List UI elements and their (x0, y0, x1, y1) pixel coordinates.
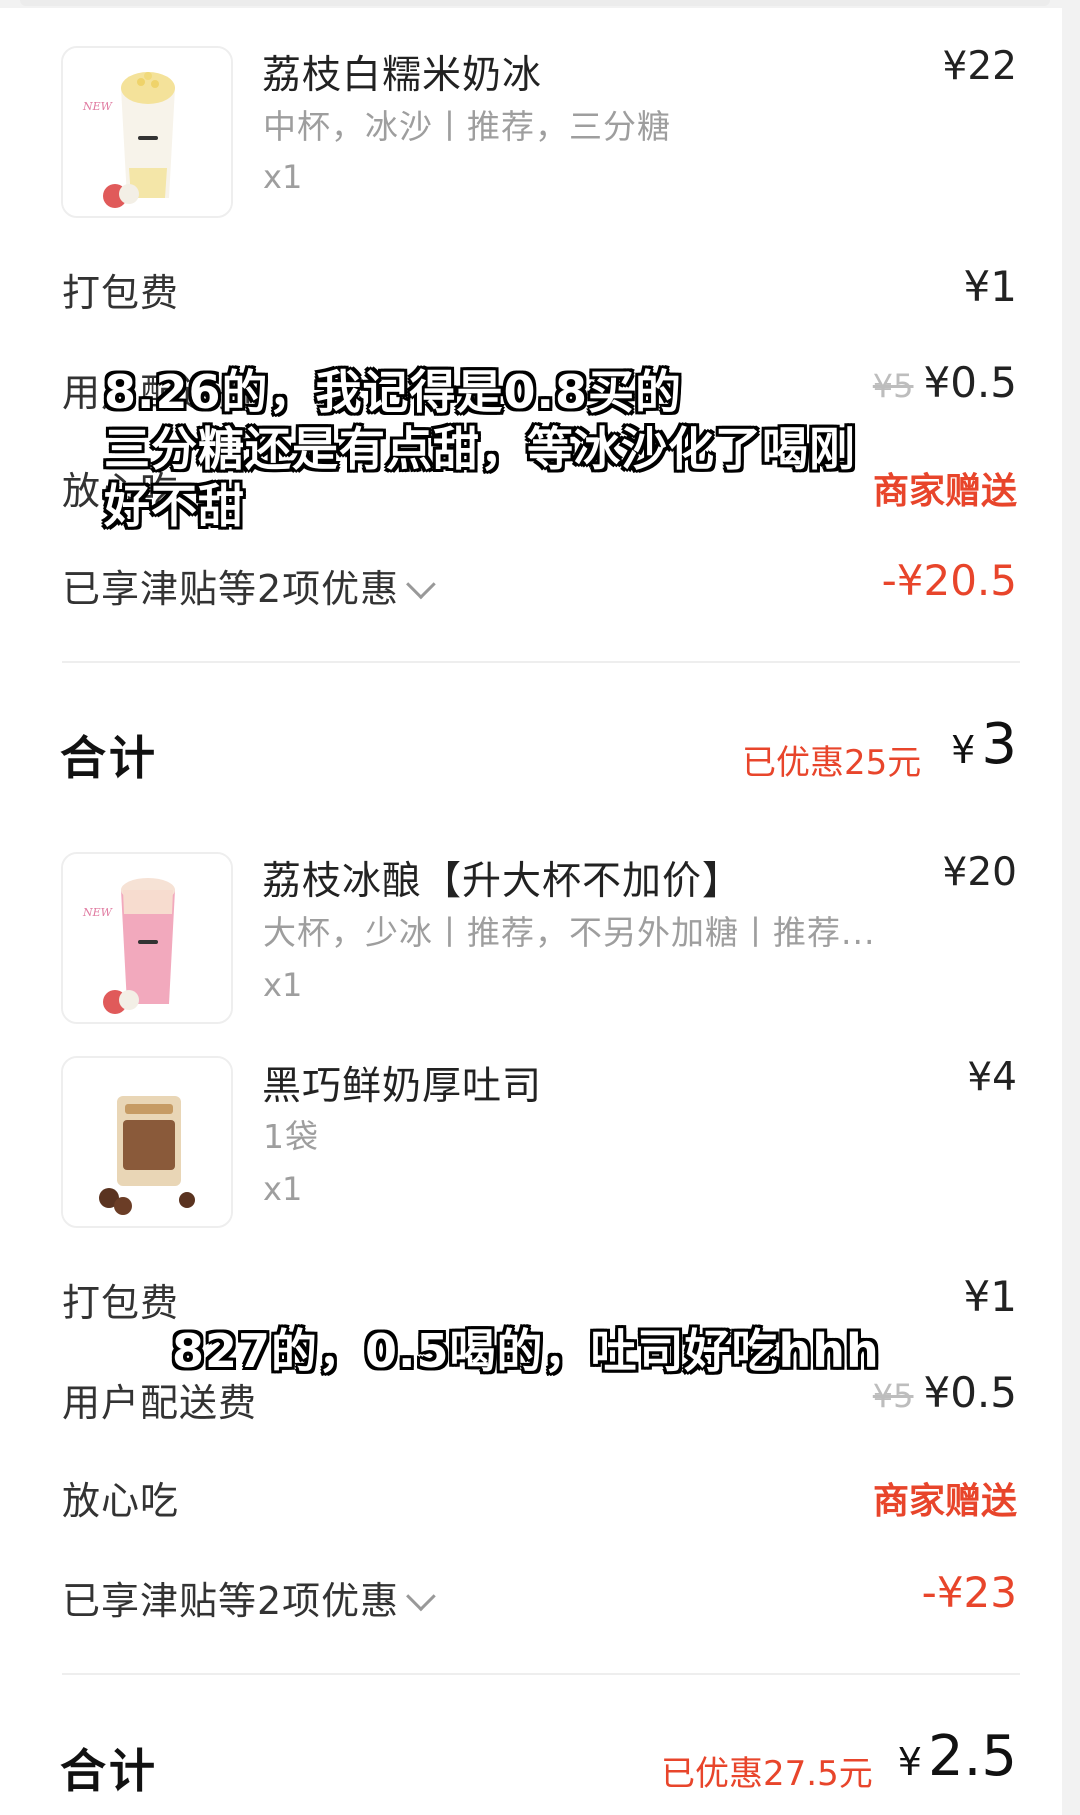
delivery-fee-label: 用户配送费 (62, 1381, 258, 1425)
item-spec: 中杯，冰沙丨推荐，三分糖 (263, 107, 671, 146)
total-amount: ¥3 (951, 712, 1017, 777)
packing-fee-value: ¥1 (963, 1272, 1017, 1321)
divider (62, 1673, 1020, 1675)
packing-fee-value: ¥1 (963, 262, 1017, 311)
item-spec: 1袋 (263, 1117, 319, 1156)
saved-amount: 已优惠25元 (742, 743, 922, 783)
drink-image-icon: NEW (63, 854, 231, 1022)
caption-line: 827的，0.5喝的，吐司好吃hhh (172, 1324, 880, 1378)
caption-line: 好不甜 (104, 479, 245, 533)
total-label: 合计 (60, 731, 158, 785)
discounts-toggle[interactable]: 已享津贴等2项优惠 (62, 558, 436, 613)
discounts-toggle[interactable]: 已享津贴等2项优惠 (62, 1570, 436, 1625)
divider (62, 661, 1020, 663)
caption-line: 8.26的，我记得是0.8买的 (104, 365, 682, 419)
delivery-fee-value: ¥5 ¥0.5 (872, 358, 1017, 407)
right-edge (1062, 0, 1080, 1815)
assurance-value: 商家赠送 (872, 1481, 1017, 1522)
svg-text:NEW: NEW (82, 906, 114, 919)
top-edge (0, 0, 1080, 8)
original-delivery-fee: ¥5 (872, 1377, 914, 1415)
item-qty: x1 (263, 1170, 303, 1208)
svg-text:NEW: NEW (82, 100, 114, 113)
delivery-fee-value: ¥5 ¥0.5 (872, 1368, 1017, 1417)
discounts-value: -¥23 (921, 1568, 1017, 1617)
total-label: 合计 (60, 1744, 158, 1798)
product-image-lychee-milk-ice[interactable]: NEW (61, 46, 233, 218)
item-spec: 大杯，少冰丨推荐，不另外加糖丨推荐... (263, 913, 876, 952)
assurance-label: 放心吃 (62, 1479, 180, 1523)
packing-fee-label: 打包费 (62, 271, 180, 315)
item-price: ¥20 (942, 850, 1017, 895)
assurance-value: 商家赠送 (872, 471, 1017, 512)
product-image-lychee-ice-brew[interactable]: NEW (61, 852, 233, 1024)
discounts-value: -¥20.5 (881, 556, 1017, 605)
original-delivery-fee: ¥5 (872, 367, 914, 405)
item-name: 荔枝冰酿【升大杯不加价】 (262, 859, 743, 904)
saved-amount: 已优惠27.5元 (661, 1754, 873, 1794)
item-price: ¥22 (942, 44, 1017, 89)
item-qty: x1 (263, 966, 303, 1004)
item-name: 黑巧鲜奶厚吐司 (262, 1064, 543, 1109)
caption-line: 三分糖还是有点甜，等冰沙化了喝刚 (104, 422, 856, 476)
product-image-chocolate-toast[interactable] (61, 1056, 233, 1228)
total-amount: ¥2.5 (897, 1724, 1017, 1789)
item-qty: x1 (263, 158, 303, 196)
toast-image-icon (63, 1058, 231, 1226)
item-price: ¥4 (967, 1055, 1017, 1100)
packing-fee-label: 打包费 (62, 1281, 180, 1325)
item-name: 荔枝白糯米奶冰 (262, 53, 543, 98)
drink-image-icon: NEW (63, 48, 231, 216)
